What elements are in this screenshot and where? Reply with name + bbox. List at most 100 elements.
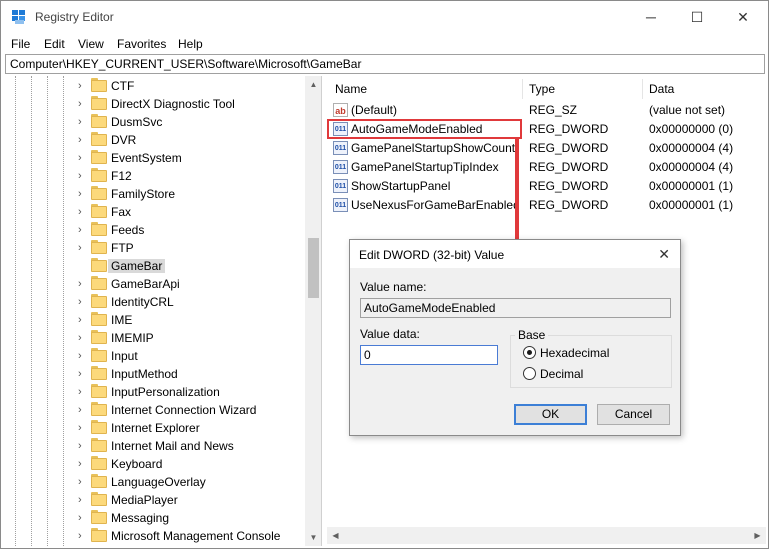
tree-item[interactable]: › Internet Explorer: [5, 419, 305, 437]
expand-chevron-icon[interactable]: ›: [78, 493, 88, 507]
tree-item[interactable]: › Input: [5, 347, 305, 365]
tree-scroll-thumb[interactable]: [308, 238, 319, 298]
expand-chevron-icon[interactable]: ›: [78, 457, 88, 471]
scroll-up-arrow-icon[interactable]: ▲: [305, 76, 321, 93]
value-name: GamePanelStartupShowCount: [351, 141, 516, 155]
tree-item[interactable]: › F12: [5, 167, 305, 185]
value-name-field: AutoGameModeEnabled: [360, 298, 671, 318]
scroll-down-arrow-icon[interactable]: ▼: [305, 529, 321, 546]
tree-item[interactable]: › IdentityCRL: [5, 293, 305, 311]
values-horizontal-scrollbar[interactable]: ◀ ▶: [327, 527, 766, 544]
value-data: 0x00000004 (4): [649, 160, 734, 174]
tree-item[interactable]: › FamilyStore: [5, 185, 305, 203]
tree-item[interactable]: › Feeds: [5, 221, 305, 239]
scroll-right-arrow-icon[interactable]: ▶: [749, 527, 766, 544]
expand-chevron-icon[interactable]: ›: [78, 313, 88, 327]
maximize-button[interactable]: ☐: [674, 1, 720, 33]
expand-chevron-icon[interactable]: ›: [78, 349, 88, 363]
tree-item[interactable]: › GameBarApi: [5, 275, 305, 293]
tree-item-label: EventSystem: [111, 151, 182, 165]
minimize-button[interactable]: ─: [628, 1, 674, 33]
expand-chevron-icon[interactable]: ›: [78, 511, 88, 525]
expand-chevron-icon[interactable]: ›: [78, 241, 88, 255]
expand-chevron-icon[interactable]: ›: [78, 475, 88, 489]
decimal-label[interactable]: Decimal: [540, 367, 583, 381]
value-row[interactable]: ab (Default) REG_SZ (value not set): [327, 101, 766, 120]
dialog-close-icon[interactable]: ✕: [658, 246, 670, 263]
tree-vertical-scrollbar[interactable]: ▲ ▼: [305, 76, 321, 546]
base-label: Base: [515, 328, 549, 342]
tree-item[interactable]: › DVR: [5, 131, 305, 149]
tree-item[interactable]: › Keyboard: [5, 455, 305, 473]
value-row[interactable]: 011 GamePanelStartupShowCount REG_DWORD 0x0…: [327, 139, 766, 158]
tree-item[interactable]: › Messaging: [5, 509, 305, 527]
value-row[interactable]: 011 ShowStartupPanel REG_DWORD 0x00000001 (…: [327, 177, 766, 196]
expand-chevron-icon[interactable]: ›: [78, 277, 88, 291]
expand-chevron-icon[interactable]: ›: [78, 331, 88, 345]
tree-item-label: FamilyStore: [111, 187, 176, 201]
cancel-button[interactable]: Cancel: [597, 404, 670, 425]
tree-item[interactable]: › DusmSvc: [5, 113, 305, 131]
tree-item-label: IdentityCRL: [111, 295, 174, 309]
menu-favorites[interactable]: Favorites: [117, 37, 166, 51]
value-row[interactable]: 011 GamePanelStartupTipIndex REG_DWORD 0x00…: [327, 158, 766, 177]
menu-help[interactable]: Help: [178, 37, 203, 51]
value-name: GamePanelStartupTipIndex: [351, 160, 499, 174]
tree-item[interactable]: › CTF: [5, 77, 305, 95]
value-row[interactable]: 011 UseNexusForGameBarEnabled REG_DWORD 0x0…: [327, 196, 766, 215]
tree-item[interactable]: › Internet Mail and News: [5, 437, 305, 455]
expand-chevron-icon[interactable]: ›: [78, 115, 88, 129]
expand-chevron-icon[interactable]: ›: [78, 133, 88, 147]
expand-chevron-icon[interactable]: ›: [78, 403, 88, 417]
tree-item[interactable]: › Internet Connection Wizard: [5, 401, 305, 419]
column-header-type[interactable]: Type: [529, 82, 555, 96]
expand-chevron-icon[interactable]: ›: [78, 385, 88, 399]
expand-chevron-icon[interactable]: ›: [78, 97, 88, 111]
expand-chevron-icon[interactable]: ›: [78, 295, 88, 309]
tree-item[interactable]: › Fax: [5, 203, 305, 221]
tree-item[interactable]: › LanguageOverlay: [5, 473, 305, 491]
folder-icon: [91, 492, 107, 507]
tree-item[interactable]: › MediaPlayer: [5, 491, 305, 509]
tree-item[interactable]: › EventSystem: [5, 149, 305, 167]
tree-item[interactable]: › IMEMIP: [5, 329, 305, 347]
tree-item[interactable]: GameBar: [5, 257, 305, 275]
registry-editor-icon: [12, 10, 28, 24]
tree-item[interactable]: › Microsoft Management Console: [5, 527, 305, 545]
column-header-data[interactable]: Data: [649, 82, 674, 96]
expand-chevron-icon[interactable]: ›: [78, 439, 88, 453]
expand-chevron-icon[interactable]: ›: [78, 223, 88, 237]
menu-view[interactable]: View: [78, 37, 104, 51]
tree-item[interactable]: › DirectX Diagnostic Tool: [5, 95, 305, 113]
address-bar[interactable]: Computer\HKEY_CURRENT_USER\Software\Micr…: [5, 54, 765, 74]
expand-chevron-icon[interactable]: ›: [78, 187, 88, 201]
column-header-name[interactable]: Name: [335, 82, 367, 96]
menu-file[interactable]: File: [11, 37, 30, 51]
tree-item[interactable]: › InputPersonalization: [5, 383, 305, 401]
menu-edit[interactable]: Edit: [44, 37, 65, 51]
value-data-input[interactable]: 0: [360, 345, 498, 365]
scroll-left-arrow-icon[interactable]: ◀: [327, 527, 344, 544]
tree-item-label: CTF: [111, 79, 135, 93]
tree-item[interactable]: › FTP: [5, 239, 305, 257]
close-button[interactable]: ✕: [720, 1, 766, 33]
expand-chevron-icon[interactable]: ›: [78, 529, 88, 543]
expand-chevron-icon[interactable]: ›: [78, 367, 88, 381]
tree-item[interactable]: › IME: [5, 311, 305, 329]
expand-chevron-icon[interactable]: ›: [78, 79, 88, 93]
value-data: (value not set): [649, 103, 726, 117]
tree-item-label: GameBar: [108, 259, 166, 273]
expand-chevron-icon[interactable]: ›: [78, 151, 88, 165]
folder-icon: [91, 384, 107, 399]
hexadecimal-label[interactable]: Hexadecimal: [540, 346, 609, 360]
tree-item-label: Feeds: [111, 223, 145, 237]
folder-icon: [91, 348, 107, 363]
hexadecimal-radio[interactable]: [523, 346, 536, 359]
expand-chevron-icon[interactable]: ›: [78, 169, 88, 183]
ok-button[interactable]: OK: [514, 404, 587, 425]
expand-chevron-icon[interactable]: ›: [78, 421, 88, 435]
decimal-radio[interactable]: [523, 367, 536, 380]
expand-chevron-icon[interactable]: ›: [78, 205, 88, 219]
tree-item[interactable]: › InputMethod: [5, 365, 305, 383]
folder-icon: [91, 96, 107, 111]
